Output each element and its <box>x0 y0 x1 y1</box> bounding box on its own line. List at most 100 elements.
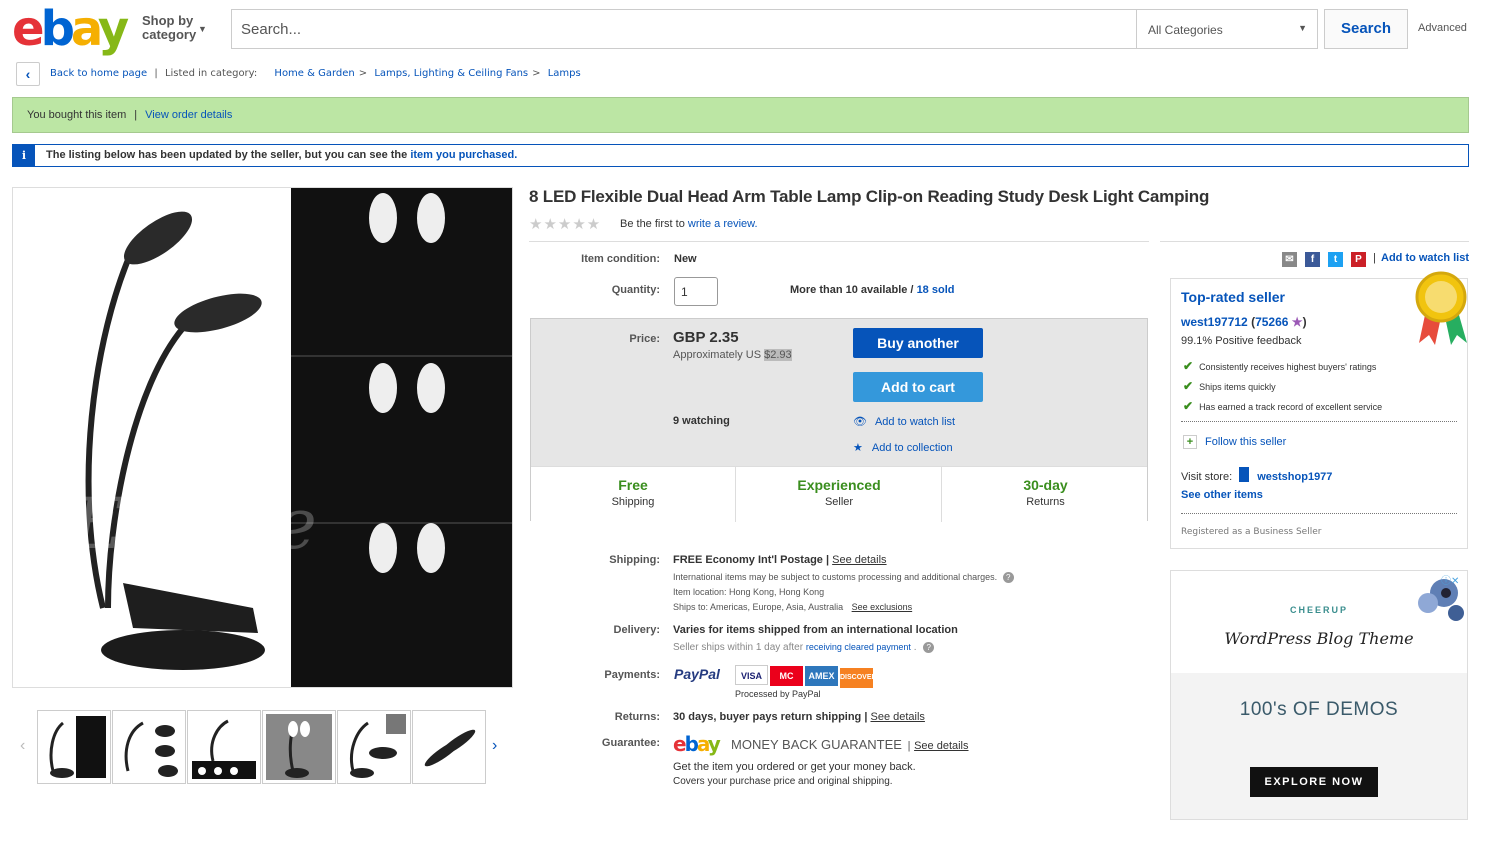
explore-now-button[interactable]: EXPLORE NOW <box>1250 767 1378 797</box>
shop-by-category-label: Shop by category <box>142 13 197 42</box>
see-exclusions-link[interactable]: See exclusions <box>852 602 913 612</box>
ebay-logo[interactable]: ebay <box>12 5 129 53</box>
seller-name-link[interactable]: west197712 <box>1181 315 1248 329</box>
star-icon: ★ <box>1291 315 1303 329</box>
follow-seller-button[interactable]: + Follow this seller <box>1183 435 1286 449</box>
add-to-watch-list-link[interactable]: Add to watch list <box>1381 252 1469 264</box>
bought-text: You bought this item <box>27 109 127 121</box>
help-icon[interactable]: ? <box>923 642 935 653</box>
category-select[interactable]: All Categories ▼ <box>1136 9 1318 49</box>
delivery-label: Delivery: <box>613 624 660 636</box>
back-chevron-icon[interactable]: ‹ <box>16 62 40 86</box>
twitter-icon[interactable]: t <box>1328 252 1343 267</box>
shipping-value: FREE Economy Int'l Postage | See details <box>673 554 887 566</box>
registered-business-seller: Registered as a Business Seller <box>1181 527 1322 537</box>
quantity-label: Quantity: <box>611 284 660 296</box>
price-label: Price: <box>629 333 660 345</box>
bought-item-banner: You bought this item | View order details <box>12 97 1469 133</box>
guarantee-see-details-link[interactable]: See details <box>914 740 968 752</box>
shop-by-category-button[interactable]: Shop by category ▼ <box>142 13 207 42</box>
thumb-next-icon[interactable]: › <box>492 737 497 755</box>
check-icon: ✔ <box>1183 399 1194 413</box>
thumb-prev-icon[interactable]: ‹ <box>20 737 25 755</box>
product-title: 8 LED Flexible Dual Head Arm Table Lamp … <box>529 187 1210 206</box>
thumbnail[interactable] <box>112 710 186 784</box>
shipping-see-details-link[interactable]: See details <box>832 554 886 566</box>
thumbnail[interactable] <box>37 710 111 784</box>
returns-label: Returns: <box>614 711 660 723</box>
price-value: GBP 2.35 <box>673 329 739 346</box>
guarantee-line2: Covers your purchase price and original … <box>673 776 893 787</box>
svg-text:Estone: Estone <box>71 483 317 565</box>
store-link[interactable]: westshop1977 <box>1257 471 1332 483</box>
condition-value: New <box>674 253 697 265</box>
write-review-link[interactable]: write a review. <box>688 218 758 230</box>
chevron-down-icon: ▼ <box>1298 23 1307 33</box>
experienced-seller-feature: Experienced Seller <box>737 467 942 522</box>
breadcrumb-lamps-lighting[interactable]: Lamps, Lighting & Ceiling Fans <box>374 68 528 79</box>
chevron-down-icon: ▼ <box>198 24 207 34</box>
card-logos: VISA MC AMEX DISCOVER <box>735 665 877 688</box>
amex-icon: AMEX <box>805 666 838 686</box>
add-watch-list-button[interactable]: 👁 Add to watch list <box>853 415 955 428</box>
feature-band: Free Shipping Experienced Seller 30-day Ret… <box>531 466 1147 522</box>
add-collection-button[interactable]: ★ Add to collection <box>853 441 953 454</box>
thumbnail[interactable] <box>412 710 486 784</box>
listed-in-label: Listed in category: <box>164 68 258 79</box>
advanced-search-link[interactable]: Advanced <box>1418 22 1467 34</box>
visit-store: Visit store: westshop1977 <box>1181 467 1332 483</box>
feedback-score-link[interactable]: 75266 <box>1255 315 1288 329</box>
positive-feedback: 99.1% Positive feedback <box>1181 335 1302 347</box>
shipping-label: Shipping: <box>609 554 660 566</box>
add-to-cart-button[interactable]: Add to cart <box>853 372 983 402</box>
item-location: Item location: Hong Kong, Hong Kong <box>673 587 825 597</box>
price-box: Free Shipping Experienced Seller 30-day Ret… <box>530 318 1148 522</box>
search-input[interactable]: Search... <box>231 9 1137 49</box>
info-icon: i <box>13 145 35 166</box>
seller-point-1: ✔ Consistently receives highest buyers' r… <box>1183 359 1377 373</box>
search-button[interactable]: Search <box>1324 9 1408 49</box>
ad-subheadline: 100's OF DEMOS <box>1239 699 1399 720</box>
ebay-guarantee-logo: ebay <box>673 732 721 756</box>
breadcrumb-lamps[interactable]: Lamps <box>548 68 581 79</box>
facebook-icon[interactable]: f <box>1305 252 1320 267</box>
help-icon[interactable]: ? <box>1002 572 1014 583</box>
returns-see-details-link[interactable]: See details <box>870 711 924 723</box>
condition-label: Item condition: <box>581 253 660 265</box>
seller-point-2: ✔ Ships items quickly <box>1183 379 1276 393</box>
pinterest-icon[interactable]: P <box>1351 252 1366 267</box>
breadcrumb-home-garden[interactable]: Home & Garden <box>274 68 354 79</box>
payments-label: Payments: <box>604 669 660 681</box>
rating-stars: ★★★★★ <box>529 216 602 233</box>
email-icon[interactable]: ✉ <box>1282 252 1297 267</box>
buy-another-button[interactable]: Buy another <box>853 328 983 358</box>
top-rated-seller-title: Top-rated seller <box>1181 289 1285 305</box>
main-product-image[interactable]: Estone <box>12 187 513 688</box>
eye-icon: 👁 <box>853 416 867 428</box>
check-icon: ✔ <box>1183 379 1194 393</box>
availability: More than 10 available / 18 sold <box>790 284 955 296</box>
returns-feature: 30-day Returns <box>1023 477 1068 508</box>
guarantee-line1: Get the item you ordered or get your mon… <box>673 761 916 773</box>
receiving-payment-link[interactable]: receiving cleared payment <box>806 642 911 652</box>
processed-by-paypal: Processed by PayPal <box>735 689 821 699</box>
ad-brand: CHEERUP <box>1289 605 1348 615</box>
money-back-guarantee: MONEY BACK GUARANTEE | See details <box>731 737 969 752</box>
sold-count-link[interactable]: 18 sold <box>917 284 955 296</box>
view-order-details-link[interactable]: View order details <box>145 109 232 121</box>
advertisement[interactable]: ⓘ✕ CHEERUP WordPress Blog Theme 100's OF… <box>1170 570 1468 820</box>
returns-value: 30 days, buyer pays return shipping | Se… <box>673 711 925 723</box>
ad-choices-icon[interactable]: ⓘ✕ <box>1441 572 1459 587</box>
thumbnail[interactable] <box>337 710 411 784</box>
quantity-input[interactable]: 1 <box>674 277 718 306</box>
thumbnail[interactable] <box>187 710 261 784</box>
share-bar: ✉ f t P | Add to watch list <box>1282 252 1472 268</box>
item-purchased-link[interactable]: item you purchased. <box>410 149 517 161</box>
approx-price: Approximately US $2.93 <box>673 349 792 361</box>
seller-name: west197712 (75266 ★) <box>1181 315 1307 329</box>
seller-ships-note: Seller ships within 1 day after receivin… <box>673 642 935 653</box>
plus-icon: + <box>1183 435 1197 449</box>
back-to-home-link[interactable]: Back to home page <box>50 68 147 79</box>
thumbnail[interactable] <box>262 710 336 784</box>
see-other-items-link[interactable]: See other items <box>1181 489 1263 501</box>
